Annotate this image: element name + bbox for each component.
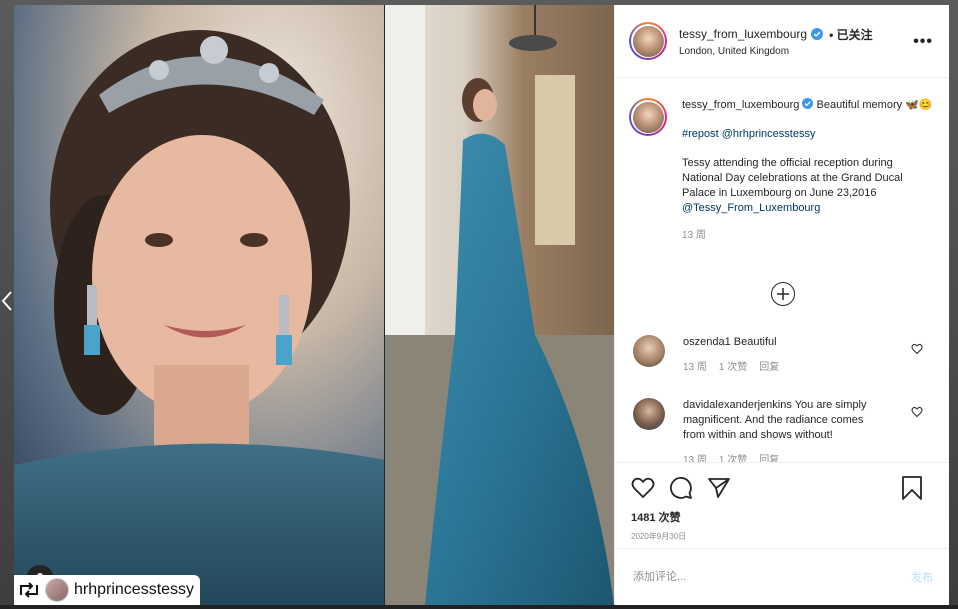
comment-likes[interactable]: 1 次赞 <box>719 360 747 375</box>
repost-mention-link[interactable]: @hrhprincesstessy <box>722 128 816 140</box>
comment-time: 13 周 <box>683 362 707 373</box>
repost-icon <box>20 582 38 598</box>
comment-text: Beautiful <box>733 336 777 348</box>
heart-icon <box>631 477 655 499</box>
chevron-left-icon <box>1 291 12 311</box>
previous-post-button[interactable] <box>0 285 14 317</box>
like-comment-icon[interactable] <box>911 343 923 355</box>
comment-item: davidalexanderjenkins You are simply mag… <box>633 398 933 462</box>
following-button[interactable]: • 已关注 <box>829 26 873 43</box>
verified-badge-icon <box>811 28 824 40</box>
comment-button[interactable] <box>669 476 693 500</box>
backdrop-strip <box>0 605 958 609</box>
hashtag-link[interactable]: #repost <box>682 128 719 140</box>
comment-username[interactable]: davidalexanderjenkins <box>683 399 792 411</box>
like-comment-icon[interactable] <box>911 406 923 418</box>
load-more-comments-button[interactable] <box>771 282 795 306</box>
profile-avatar[interactable] <box>629 22 667 60</box>
add-comment-form: 发布 <box>615 548 949 605</box>
comments-list[interactable]: tessy_from_luxembourg Beautiful memory 🦋… <box>615 78 949 462</box>
post-date[interactable]: 2020年9月30日 <box>615 525 949 542</box>
comment-input[interactable] <box>631 570 911 584</box>
full-length-photo <box>385 5 614 605</box>
likes-count[interactable]: 1481 次赞 <box>615 503 949 525</box>
like-button[interactable] <box>631 476 655 500</box>
caption-text: Beautiful memory 🦋😊 <box>816 99 933 111</box>
post-dialog: hrhprincesstessy tessy_from_luxembourg •… <box>14 5 949 605</box>
comment-time: 13 周 <box>683 455 707 462</box>
comment-username[interactable]: oszenda1 <box>683 336 731 348</box>
reply-button[interactable]: 回复 <box>759 453 779 462</box>
comment-likes[interactable]: 1 次赞 <box>719 453 747 462</box>
caption-body: Tessy attending the official reception d… <box>682 157 903 199</box>
portrait-photo: hrhprincesstessy <box>14 5 385 605</box>
repost-avatar <box>45 578 69 602</box>
post-media[interactable]: hrhprincesstessy <box>14 5 614 605</box>
plus-icon <box>777 288 789 300</box>
post-actions-area: 1481 次赞 2020年9月30日 <box>615 462 949 548</box>
commenter-avatar[interactable] <box>633 335 665 367</box>
verified-badge-icon <box>802 98 814 109</box>
caption-avatar[interactable] <box>629 98 667 136</box>
repost-username: hrhprincesstessy <box>74 581 195 598</box>
save-button[interactable] <box>901 476 923 500</box>
repost-tag: hrhprincesstessy <box>14 575 201 605</box>
share-button[interactable] <box>707 476 731 500</box>
comment-bubble-icon <box>670 477 692 499</box>
header-username[interactable]: tessy_from_luxembourg <box>679 27 807 41</box>
post-header: tessy_from_luxembourg • 已关注 London, Unit… <box>615 5 949 78</box>
reply-button[interactable]: 回复 <box>759 360 779 375</box>
action-bar <box>615 463 949 503</box>
caption-time: 13 周 <box>682 230 706 241</box>
commenter-avatar[interactable] <box>633 398 665 430</box>
paper-plane-icon <box>708 478 730 498</box>
bookmark-icon <box>902 476 922 500</box>
location-link[interactable]: London, United Kingdom <box>679 46 873 57</box>
mention-link[interactable]: @Tessy_From_Luxembourg <box>682 202 820 214</box>
post-side-panel: tessy_from_luxembourg • 已关注 London, Unit… <box>614 5 949 605</box>
post-caption: tessy_from_luxembourg Beautiful memory 🦋… <box>615 78 949 243</box>
caption-username[interactable]: tessy_from_luxembourg <box>682 99 799 111</box>
comment-item: oszenda1 Beautiful 13 周 1 次赞 回复 <box>633 335 933 375</box>
post-comment-button[interactable]: 发布 <box>911 569 933 585</box>
more-options-button[interactable]: ••• <box>913 33 933 51</box>
